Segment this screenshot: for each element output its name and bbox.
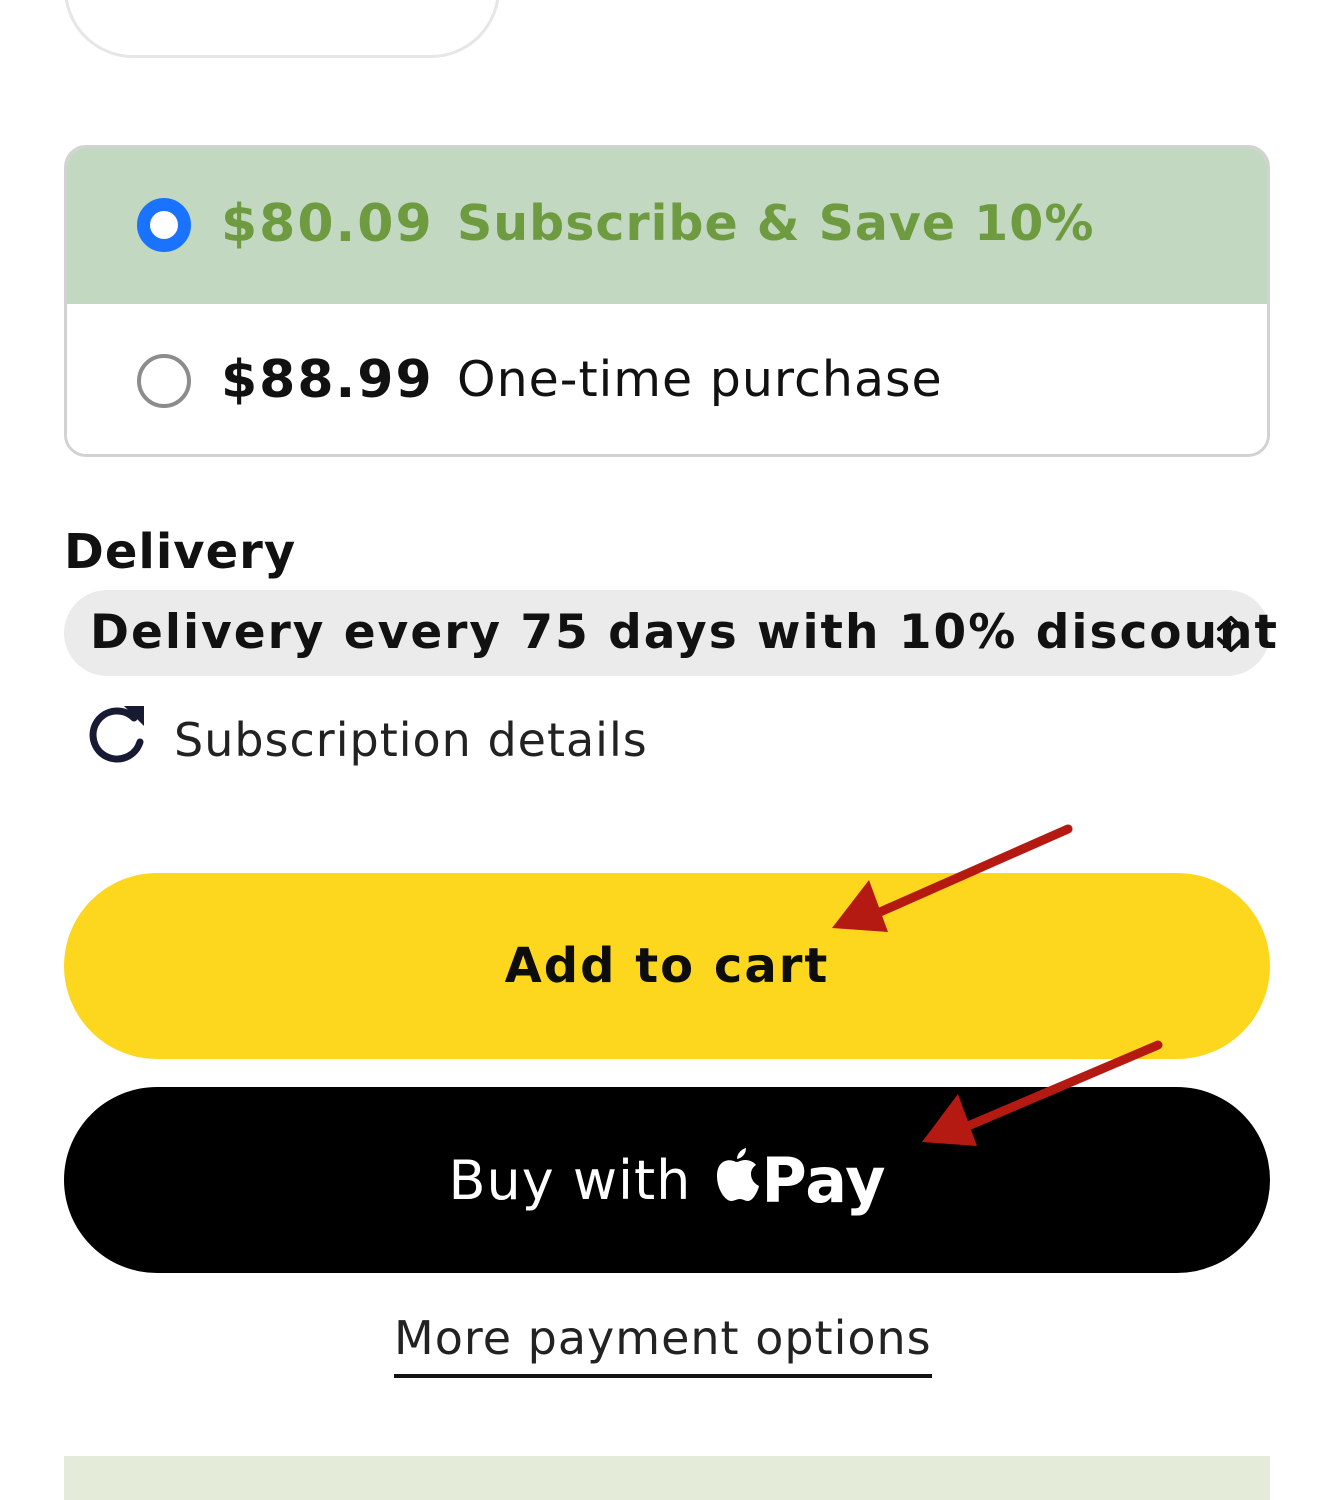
one-time-price: $88.99	[221, 350, 434, 410]
subscribe-price: $80.09	[221, 194, 434, 254]
option-subscribe[interactable]: $80.09 Subscribe & Save 10%	[67, 148, 1267, 304]
delivery-heading: Delivery	[64, 524, 297, 580]
subscription-details-text: Subscription details	[174, 713, 648, 767]
add-to-cart-button[interactable]: Add to cart	[64, 873, 1270, 1059]
bottom-section-band	[64, 1456, 1270, 1500]
previous-option-pill[interactable]	[64, 0, 500, 58]
subscribe-label: Subscribe & Save 10%	[457, 195, 1095, 252]
radio-subscribe-selected[interactable]	[137, 198, 191, 252]
apple-pay-suffix: Pay	[761, 1143, 886, 1217]
purchase-options: $80.09 Subscribe & Save 10% $88.99 One-t…	[64, 145, 1270, 457]
one-time-label: One-time purchase	[457, 351, 943, 408]
radio-one-time[interactable]	[137, 354, 191, 408]
add-to-cart-label: Add to cart	[504, 938, 830, 994]
apple-pay-prefix: Buy with	[448, 1148, 692, 1212]
refresh-icon	[89, 706, 144, 763]
delivery-frequency-select[interactable]: Delivery every 75 days with 10% discount	[64, 590, 1277, 676]
chevron-up-down-icon	[1217, 616, 1245, 652]
delivery-selected-value: Delivery every 75 days with 10% discount	[90, 605, 1279, 660]
apple-pay-button[interactable]: Buy with Pay	[64, 1087, 1270, 1273]
apple-logo-icon	[717, 1148, 760, 1202]
option-one-time[interactable]: $88.99 One-time purchase	[67, 304, 1267, 454]
more-payment-options-link[interactable]: More payment options	[394, 1308, 932, 1378]
